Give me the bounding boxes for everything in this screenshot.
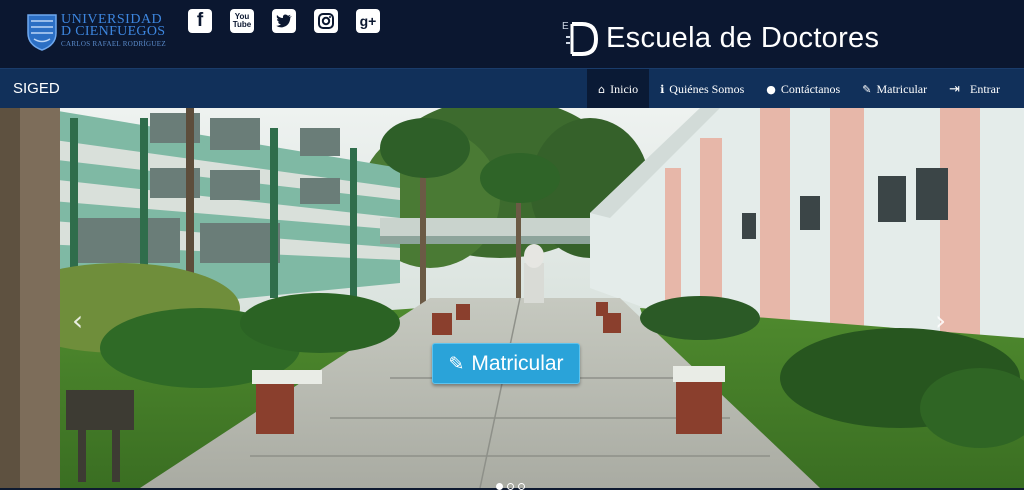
carousel-prev-icon[interactable]: ‹ [72, 304, 83, 337]
home-icon: ⌂ [598, 82, 606, 96]
nav-item-label: Matricular [876, 81, 928, 96]
carousel-indicator[interactable] [496, 483, 503, 490]
university-logo[interactable]: UNIVERSIDAD D CIENFUEGOS CARLOS RAFAEL R… [26, 13, 166, 51]
nav-item-entrar[interactable]: ⇥ Entrar [938, 69, 1024, 109]
facebook-icon[interactable]: f [188, 9, 212, 33]
navbar-brand[interactable]: SIGED [13, 80, 60, 97]
carousel-indicators [496, 483, 529, 490]
nav-item-quienes-somos[interactable]: ℹ Quiénes Somos [649, 69, 755, 109]
hero-carousel: ‹ › [0, 108, 1024, 488]
site-title: Escuela de Doctores [606, 21, 880, 54]
escuela-doctores-logo-icon: E [562, 21, 599, 56]
instagram-icon[interactable] [314, 9, 338, 33]
carousel-next-icon[interactable]: › [935, 304, 946, 337]
nav-item-label: Quiénes Somos [669, 81, 745, 96]
comment-icon: ● [766, 82, 776, 96]
nav-menu: ⌂ Inicio ℹ Quiénes Somos ● Contáctanos ✎… [587, 69, 1024, 109]
matricular-button-label: Matricular [471, 351, 564, 375]
pencil-icon: ✎ [448, 352, 465, 375]
nav-item-inicio[interactable]: ⌂ Inicio [587, 69, 650, 109]
university-name-line3: CARLOS RAFAEL RODRÍGUEZ [61, 40, 166, 48]
svg-text:E: E [562, 21, 569, 32]
nav-item-label: Inicio [610, 81, 639, 96]
university-name-line2: D CIENFUEGOS [61, 24, 166, 39]
top-header: UNIVERSIDAD D CIENFUEGOS CARLOS RAFAEL R… [0, 0, 1024, 68]
login-icon: ⇥ [949, 81, 961, 97]
info-icon: ℹ [660, 82, 665, 96]
pencil-icon: ✎ [862, 82, 872, 96]
social-links: f You Tube g+ [188, 9, 398, 33]
nav-item-contactanos[interactable]: ● Contáctanos [755, 69, 851, 109]
navbar: SIGED ⌂ Inicio ℹ Quiénes Somos ● Contáct… [0, 68, 1024, 109]
carousel-indicator[interactable] [518, 483, 525, 490]
nav-item-label: Contáctanos [780, 81, 841, 96]
matricular-button[interactable]: ✎ Matricular [432, 343, 580, 384]
nav-item-label: Entrar [970, 81, 1000, 96]
twitter-icon[interactable] [272, 9, 296, 33]
university-shield-icon [27, 14, 57, 51]
youtube-icon[interactable]: You Tube [230, 9, 254, 33]
nav-item-matricular[interactable]: ✎ Matricular [851, 69, 938, 109]
googleplus-icon[interactable]: g+ [356, 9, 380, 33]
brand[interactable]: E Escuela de Doctores [562, 18, 879, 58]
campus-photo [0, 108, 1024, 488]
carousel-indicator[interactable] [507, 483, 514, 490]
